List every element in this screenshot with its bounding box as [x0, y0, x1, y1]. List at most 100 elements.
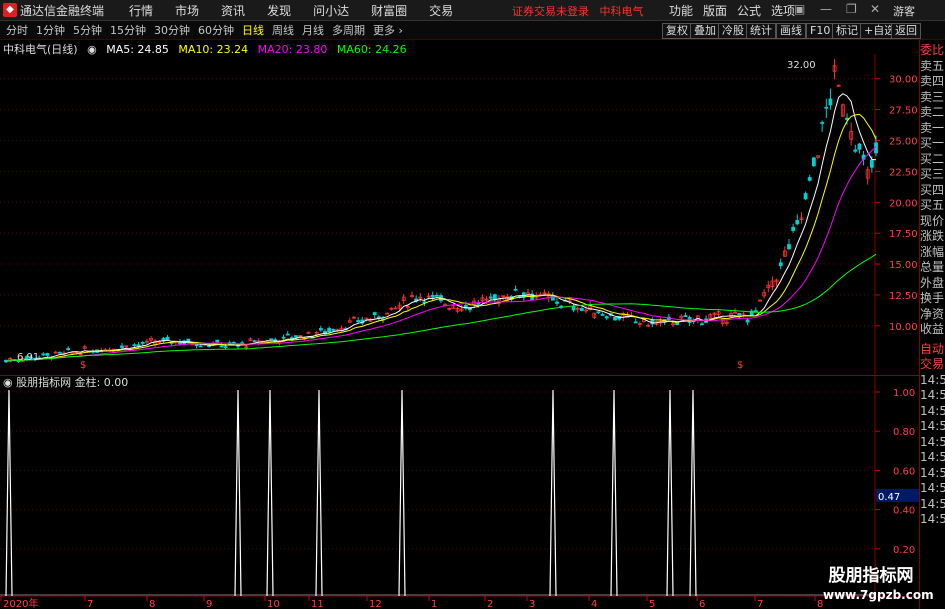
- menu-ask[interactable]: 问小达: [313, 2, 349, 19]
- indicator-spike: [689, 389, 697, 596]
- btn-overlay[interactable]: 叠加: [690, 23, 720, 39]
- right-panel-item[interactable]: 现价: [920, 214, 945, 230]
- indicator-tick-label: 0.60: [893, 466, 915, 477]
- right-panel-item[interactable]: 买五: [920, 198, 945, 214]
- candle-body: [828, 98, 833, 106]
- right-panel-item[interactable]: 14:56: [920, 435, 945, 451]
- period-multi[interactable]: 多周期: [332, 22, 365, 38]
- candle-body: [285, 333, 290, 336]
- right-panel-item[interactable]: 总量: [920, 260, 945, 276]
- restore-icon[interactable]: ❐: [846, 2, 857, 16]
- btn-mark[interactable]: 标记: [832, 23, 862, 39]
- candle-body: [331, 328, 336, 331]
- right-panel-item[interactable]: 外盘: [920, 276, 945, 292]
- date-tick-label: 7: [757, 599, 763, 609]
- btn-adjust[interactable]: 复权: [662, 23, 692, 39]
- right-panel-item[interactable]: 卖二: [920, 105, 945, 121]
- right-panel-item[interactable]: 卖五: [920, 59, 945, 75]
- menu-discover[interactable]: 发现: [267, 2, 291, 19]
- right-panel-item[interactable]: 14:56: [920, 497, 945, 513]
- signal-marker: $: [80, 360, 86, 371]
- candle-body: [853, 149, 858, 152]
- high-price-label: 32.00: [787, 60, 816, 71]
- right-panel-item[interactable]: 卖一: [920, 121, 945, 137]
- right-panel-item[interactable]: 买二: [920, 152, 945, 168]
- period-15min[interactable]: 15分钟: [110, 22, 146, 38]
- candle-body: [327, 327, 332, 333]
- login-warning[interactable]: 证券交易未登录 中科电气: [512, 3, 644, 19]
- right-panel-item[interactable]: 14:56: [920, 481, 945, 497]
- indicator-chart[interactable]: 1.00 0.80 0.60 0.47 0.40 0.20: [0, 376, 919, 596]
- period-1min[interactable]: 1分钟: [36, 22, 65, 38]
- candle-body: [488, 296, 493, 299]
- right-panel-item[interactable]: 收益: [920, 322, 945, 338]
- btn-stats[interactable]: 统计: [746, 23, 776, 39]
- minimize-icon[interactable]: —: [820, 2, 832, 16]
- menu-layout[interactable]: 版面: [703, 2, 727, 19]
- right-panel-item[interactable]: 14:56: [920, 404, 945, 420]
- candle-body: [613, 317, 617, 321]
- btn-f10[interactable]: F10: [806, 23, 835, 39]
- right-panel-item[interactable]: 涨幅: [920, 245, 945, 261]
- menu-market[interactable]: 市场: [175, 2, 199, 19]
- candle-body: [596, 311, 601, 314]
- right-panel: 委比 卖五 卖四 卖三 卖二 卖一 买一 买二 买三 买四 买五 现价 涨跌 涨幅 总量 外盘 换手 净资 收益自动…: [919, 40, 945, 609]
- price-chart[interactable]: 30.00 27.50 25.00 22.50 20.00 17.50 15.00 12.50…: [0, 40, 919, 375]
- price-tick-label: 17.50: [889, 229, 918, 240]
- period-more[interactable]: 更多 ›: [373, 22, 403, 38]
- right-panel-item[interactable]: 卖四: [920, 74, 945, 90]
- candle-body: [811, 157, 816, 167]
- right-panel-item[interactable]: 卖三: [920, 90, 945, 106]
- candle-body: [807, 177, 812, 181]
- date-tick-label: 11: [311, 599, 324, 609]
- app-title: 通达信金融终端: [20, 3, 105, 18]
- period-monthly[interactable]: 月线: [302, 22, 324, 38]
- menu-wealth-circle[interactable]: 财富圈: [371, 2, 407, 19]
- candle-body: [136, 344, 141, 347]
- indicator-spike: [666, 389, 674, 596]
- current-value-label: 0.47: [878, 492, 900, 503]
- price-tick-label: 25.00: [889, 136, 918, 147]
- guest-label[interactable]: 游客: [893, 3, 915, 19]
- indicator-tick-label: 1.00: [893, 388, 915, 399]
- menu-trade[interactable]: 交易: [429, 2, 453, 19]
- candle-body: [165, 336, 170, 340]
- right-panel-item[interactable]: 买四: [920, 183, 945, 199]
- candle-body: [45, 353, 50, 356]
- menu-news[interactable]: 资讯: [221, 2, 245, 19]
- skin-icon[interactable]: ▣: [794, 2, 805, 16]
- period-30min[interactable]: 30分钟: [154, 22, 190, 38]
- right-panel-item[interactable]: 14:56: [920, 512, 945, 528]
- indicator-spike: [315, 389, 323, 596]
- btn-draw[interactable]: 画线: [776, 23, 806, 39]
- period-weekly[interactable]: 周线: [272, 22, 294, 38]
- ma20-line: [5, 146, 877, 363]
- period-5min[interactable]: 5分钟: [73, 22, 102, 38]
- candle-body: [571, 306, 576, 311]
- right-panel-item[interactable]: 自动: [920, 342, 945, 358]
- right-panel-item[interactable]: 买三: [920, 167, 945, 183]
- right-panel-item[interactable]: 14:56: [920, 388, 945, 404]
- period-intraday[interactable]: 分时: [6, 22, 28, 38]
- menu-formula[interactable]: 公式: [737, 2, 761, 19]
- right-panel-item[interactable]: 委比: [920, 43, 945, 59]
- right-panel-item[interactable]: 交易: [920, 357, 945, 373]
- period-60min[interactable]: 60分钟: [198, 22, 234, 38]
- btn-back[interactable]: 返回: [891, 23, 921, 39]
- btn-cold-stock[interactable]: 冷股: [718, 23, 748, 39]
- candle-body: [791, 226, 796, 231]
- right-panel-item[interactable]: 14:56: [920, 373, 945, 389]
- close-icon[interactable]: ✕: [870, 2, 880, 16]
- right-panel-item[interactable]: 涨跌: [920, 229, 945, 245]
- right-panel-item[interactable]: 换手: [920, 291, 945, 307]
- menu-function[interactable]: 功能: [669, 2, 693, 19]
- menu-market-quotes[interactable]: 行情: [129, 2, 153, 19]
- right-panel-item[interactable]: 14:56: [920, 450, 945, 466]
- menu-options[interactable]: 选项: [771, 2, 795, 19]
- right-panel-item[interactable]: 净资: [920, 307, 945, 323]
- right-panel-item[interactable]: 14:56: [920, 419, 945, 435]
- candle-body: [787, 244, 791, 250]
- period-daily[interactable]: 日线: [242, 22, 264, 38]
- right-panel-item[interactable]: 买一: [920, 136, 945, 152]
- right-panel-item[interactable]: 14:56: [920, 466, 945, 482]
